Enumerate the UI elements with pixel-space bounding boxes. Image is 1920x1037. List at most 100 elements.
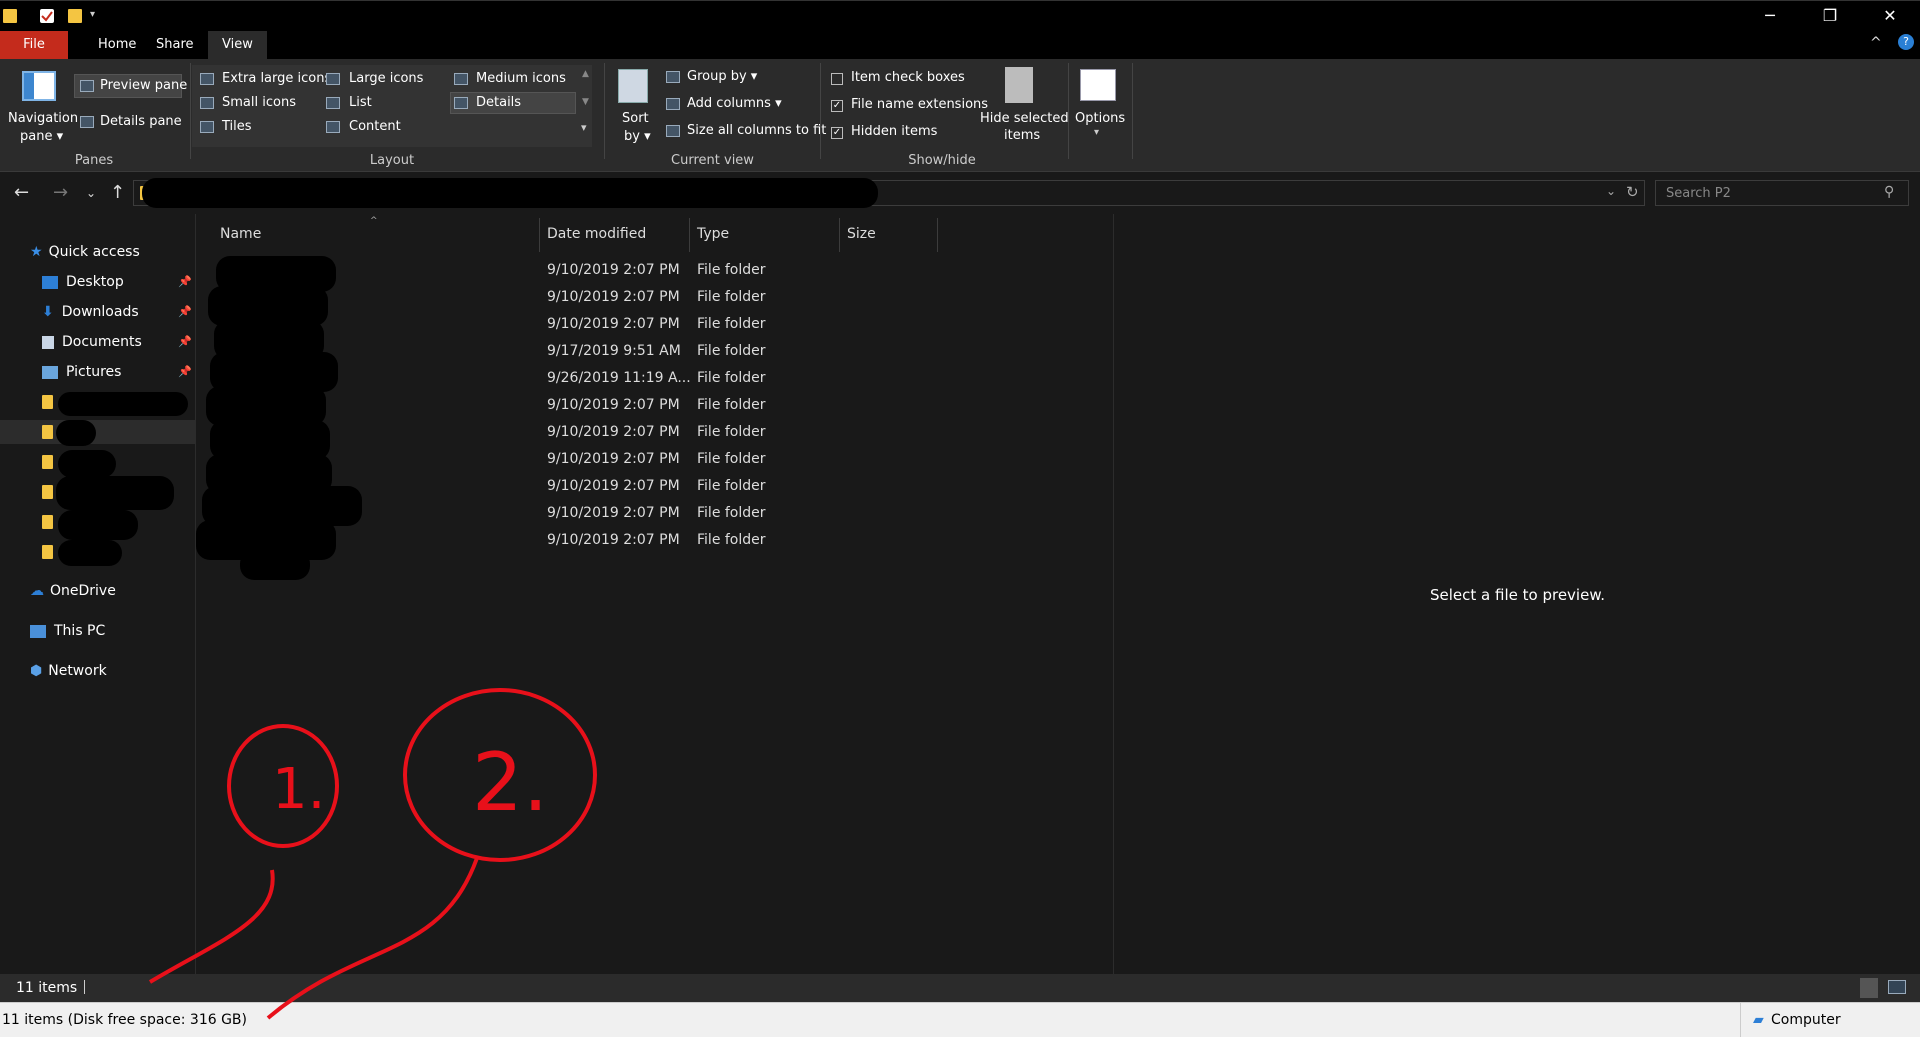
nav-item-pictures[interactable]: Pictures — [42, 360, 121, 384]
nav-item-onedrive[interactable]: ☁ OneDrive — [30, 579, 116, 603]
nav-item-documents[interactable]: Documents — [42, 330, 142, 354]
extra-large-icons-icon — [200, 73, 214, 85]
tab-share[interactable]: Share — [142, 31, 208, 59]
minimize-button[interactable]: ─ — [1740, 1, 1800, 30]
up-arrow-icon[interactable]: ↑ — [110, 182, 125, 203]
address-dropdown-icon[interactable]: ⌄ — [1606, 184, 1616, 198]
column-header-date-modified[interactable]: Date modified — [547, 226, 646, 242]
help-icon[interactable]: ? — [1898, 34, 1914, 50]
date-cell: 9/26/2019 11:19 A... — [547, 370, 691, 386]
ribbon-divider — [1132, 63, 1133, 159]
layout-extra-large-icons[interactable]: Extra large icons — [222, 71, 331, 86]
options-button[interactable]: Options — [1075, 111, 1125, 126]
large-icons-icon — [326, 73, 340, 85]
collapse-ribbon-icon[interactable]: ^ — [1870, 35, 1882, 51]
customize-qat-icon[interactable]: ▾ — [90, 9, 104, 23]
file-name-extensions-label[interactable]: File name extensions — [851, 97, 988, 112]
refresh-icon[interactable]: ↻ — [1626, 183, 1639, 201]
nav-item-downloads[interactable]: ⬇ Downloads — [42, 300, 139, 324]
column-divider[interactable] — [689, 218, 690, 252]
date-cell: 9/17/2019 9:51 AM — [547, 343, 681, 359]
pin-icon[interactable]: 📌 — [178, 305, 192, 318]
redaction-mark — [240, 550, 310, 580]
nav-item-network[interactable]: ⬢ Network — [30, 659, 107, 683]
layout-tiles[interactable]: Tiles — [222, 119, 252, 134]
pin-icon[interactable]: 📌 — [178, 275, 192, 288]
details-view-icon[interactable] — [1860, 978, 1878, 998]
layout-content[interactable]: Content — [349, 119, 401, 134]
new-folder-icon[interactable] — [68, 9, 82, 23]
folder-icon[interactable] — [42, 485, 53, 499]
search-input[interactable]: Search P2 ⚲ — [1655, 180, 1909, 206]
type-cell: File folder — [697, 532, 766, 548]
folder-icon[interactable] — [42, 515, 53, 529]
ribbon-divider — [1068, 63, 1069, 159]
folder-icon[interactable] — [42, 545, 53, 559]
details-pane-button[interactable]: Details pane — [100, 114, 182, 129]
layout-details[interactable]: Details — [476, 95, 521, 110]
properties-icon[interactable] — [40, 9, 54, 23]
group-by-button[interactable]: Group by ▾ — [687, 69, 757, 84]
preview-pane-button[interactable]: Preview pane — [100, 78, 187, 93]
file-name-extensions-checkbox[interactable]: ✓ — [831, 100, 843, 112]
layout-list[interactable]: List — [349, 95, 372, 110]
ribbon-view: Navigation pane ▾ Preview pane Details p… — [0, 59, 1920, 172]
column-divider[interactable] — [839, 218, 840, 252]
item-check-boxes-checkbox[interactable] — [831, 73, 843, 85]
current-view-group-label: Current view — [671, 153, 754, 168]
address-bar[interactable]: ⌄ ↻ — [133, 178, 1645, 208]
gallery-expand-icon[interactable]: ▾ — [581, 121, 587, 134]
close-button[interactable]: ✕ — [1860, 1, 1920, 30]
layout-small-icons[interactable]: Small icons — [222, 95, 296, 110]
layout-medium-icons[interactable]: Medium icons — [476, 71, 566, 86]
type-cell: File folder — [697, 397, 766, 413]
tab-file[interactable]: File — [0, 31, 68, 59]
pin-icon[interactable]: 📌 — [178, 365, 192, 378]
options-dropdown-icon[interactable]: ▾ — [1094, 127, 1099, 138]
type-cell: File folder — [697, 424, 766, 440]
type-cell: File folder — [697, 451, 766, 467]
column-header-type[interactable]: Type — [697, 226, 729, 242]
document-icon — [42, 335, 54, 349]
large-icons-view-icon[interactable] — [1888, 980, 1906, 994]
item-check-boxes-label[interactable]: Item check boxes — [851, 70, 965, 85]
nav-item-quick-access[interactable]: ★ Quick access — [30, 240, 140, 264]
folder-icon[interactable] — [42, 395, 53, 409]
column-divider[interactable] — [539, 218, 540, 252]
navigation-pane-button[interactable]: Navigation — [8, 111, 78, 126]
nav-item-this-pc[interactable]: This PC — [30, 619, 105, 643]
nav-item-desktop[interactable]: Desktop — [42, 270, 124, 294]
column-divider[interactable] — [937, 218, 938, 252]
column-header-size[interactable]: Size — [847, 226, 876, 242]
folder-icon[interactable] — [42, 425, 53, 439]
back-arrow-icon[interactable]: ← — [14, 182, 29, 203]
medium-icons-icon — [454, 73, 468, 85]
gallery-scroll-down-icon[interactable]: ▼ — [582, 97, 589, 107]
navigation-pane-label: pane ▾ — [20, 129, 64, 144]
layout-large-icons[interactable]: Large icons — [349, 71, 423, 86]
pin-icon[interactable]: 📌 — [178, 335, 192, 348]
hidden-items-checkbox[interactable]: ✓ — [831, 127, 843, 139]
tab-home[interactable]: Home — [84, 31, 150, 59]
gallery-scroll-up-icon[interactable]: ▲ — [582, 69, 589, 79]
hide-selected-icon — [1005, 67, 1033, 103]
add-columns-button[interactable]: Add columns ▾ — [687, 96, 782, 111]
classic-status-bar: 11 items (Disk free space: 316 GB) ▰ Com… — [0, 1002, 1920, 1037]
recent-locations-icon[interactable]: ⌄ — [86, 186, 96, 200]
restore-button[interactable]: ❐ — [1800, 1, 1860, 30]
list-icon — [326, 97, 340, 109]
hide-selected-button[interactable]: Hide selected — [980, 111, 1069, 126]
size-all-columns-button[interactable]: Size all columns to fit — [687, 123, 826, 138]
date-cell: 9/10/2019 2:07 PM — [547, 316, 680, 332]
search-icon[interactable]: ⚲ — [1884, 184, 1894, 200]
type-cell: File folder — [697, 316, 766, 332]
preview-pane: Select a file to preview. — [1113, 214, 1920, 974]
type-cell: File folder — [697, 505, 766, 521]
forward-arrow-icon[interactable]: → — [53, 182, 68, 203]
disk-free-space-text: 11 items (Disk free space: 316 GB) — [2, 1012, 247, 1028]
hidden-items-label[interactable]: Hidden items — [851, 124, 937, 139]
folder-icon[interactable] — [42, 455, 53, 469]
sort-by-button[interactable]: Sort — [622, 111, 649, 126]
column-header-name[interactable]: Name — [220, 226, 261, 242]
tab-view[interactable]: View — [208, 31, 267, 59]
